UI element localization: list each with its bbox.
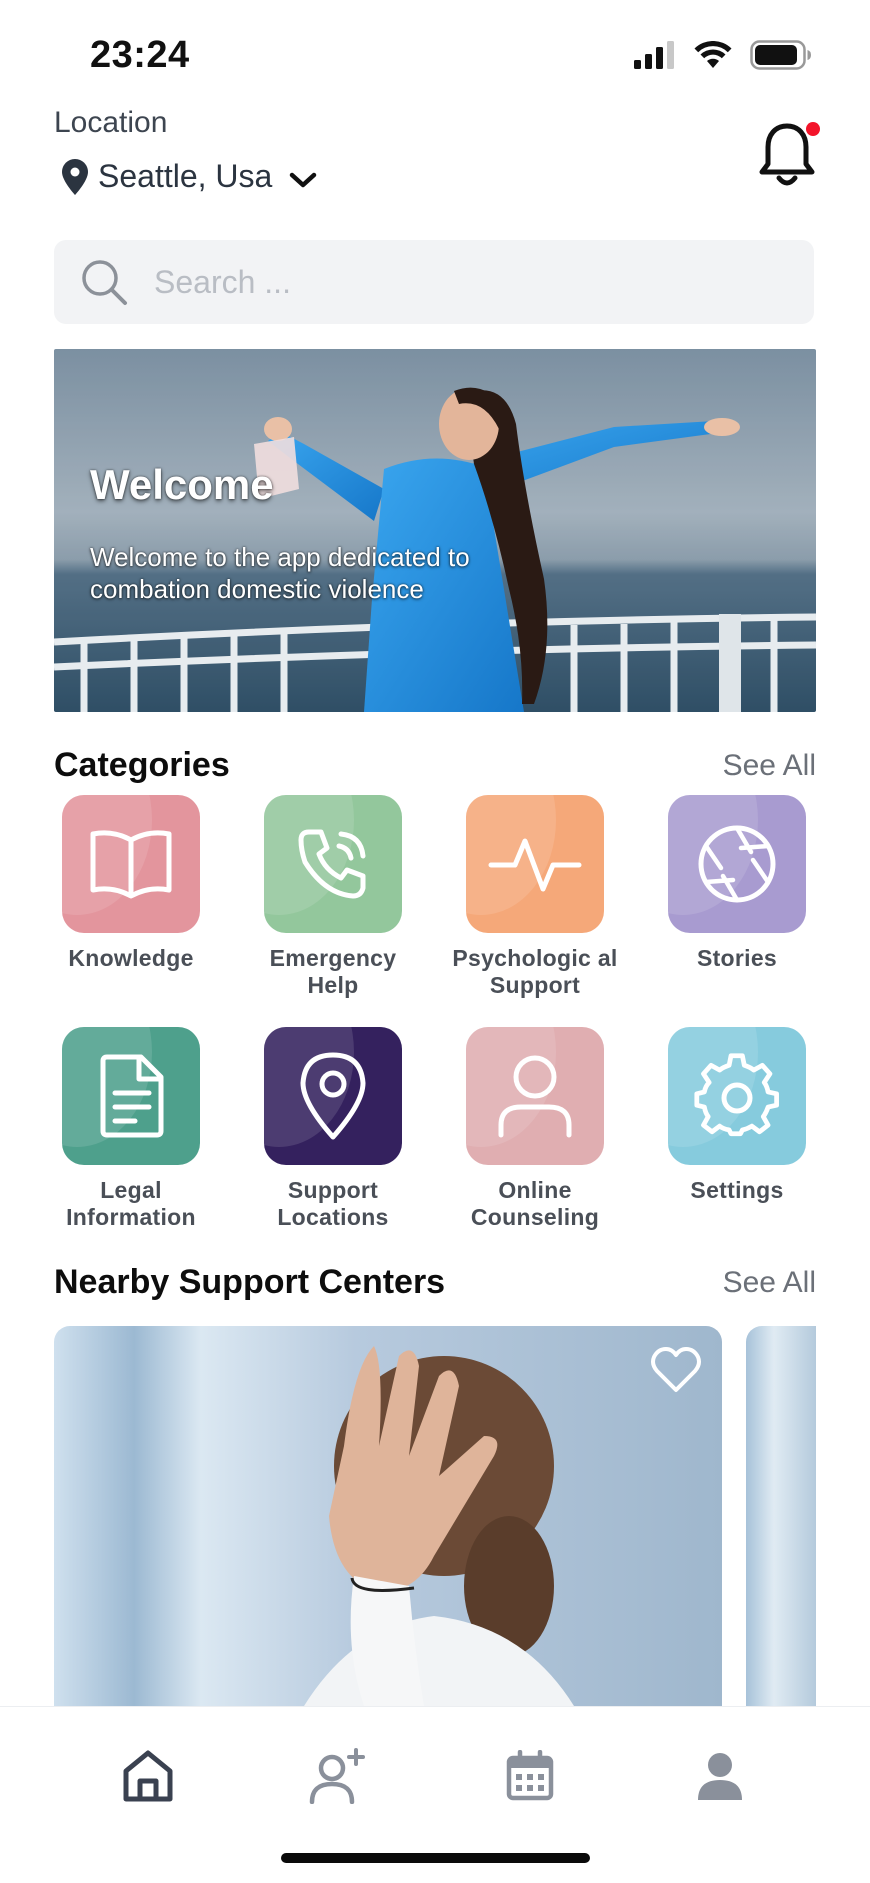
user-icon — [498, 1055, 572, 1138]
profile-icon — [698, 1753, 742, 1800]
category-tile — [62, 795, 200, 933]
category-label: Support Locations — [277, 1177, 389, 1230]
notification-badge — [806, 122, 820, 136]
support-center-card[interactable] — [54, 1326, 722, 1706]
wifi-icon — [694, 41, 732, 68]
status-bar: 23:24 — [0, 0, 870, 110]
status-icons — [634, 40, 812, 70]
welcome-banner[interactable]: Welcome Welcome to the app dedicated to … — [54, 349, 816, 712]
category-online-counseling[interactable]: Online Counseling — [445, 1027, 625, 1231]
document-icon — [100, 1054, 164, 1138]
category-label: Stories — [696, 945, 778, 971]
category-knowledge[interactable]: Knowledge — [41, 795, 221, 972]
map-pin-icon — [62, 158, 88, 195]
category-psychological-support[interactable]: Psychologic al Support — [445, 795, 625, 999]
search-bar[interactable] — [54, 240, 814, 324]
category-settings[interactable]: Settings — [647, 1027, 827, 1204]
map-pin-icon — [300, 1052, 366, 1140]
category-tile — [466, 795, 604, 933]
calendar-icon — [506, 1750, 554, 1801]
category-legal-information[interactable]: Legal Information — [41, 1027, 221, 1231]
aperture-icon — [698, 825, 776, 903]
category-tile — [264, 795, 402, 933]
banner-subtitle: Welcome to the app dedicated to combatio… — [90, 542, 470, 604]
battery-icon — [750, 40, 811, 70]
tab-add-contact[interactable] — [308, 1746, 368, 1806]
user-plus-icon — [309, 1748, 365, 1804]
location-city: Seattle, Usa — [98, 158, 273, 194]
banner-image — [54, 349, 816, 712]
tab-calendar[interactable] — [500, 1746, 560, 1806]
banner-title: Welcome — [90, 461, 274, 508]
category-label: Psychologic al Support — [452, 945, 618, 998]
chevron-down-icon — [290, 172, 317, 187]
pulse-icon — [488, 838, 582, 892]
gear-icon — [694, 1053, 779, 1137]
categories-title: Categories — [54, 746, 230, 784]
status-time: 23:24 — [90, 34, 190, 76]
category-label: Emergency Help — [269, 945, 397, 998]
category-stories[interactable]: Stories — [647, 795, 827, 972]
category-support-locations[interactable]: Support Locations — [243, 1027, 423, 1231]
category-tile — [668, 1027, 806, 1165]
nearby-title: Nearby Support Centers — [54, 1263, 446, 1301]
tab-home[interactable] — [118, 1746, 178, 1806]
support-center-image — [54, 1326, 722, 1706]
category-label: Legal Information — [66, 1177, 196, 1230]
support-center-card-next[interactable] — [746, 1326, 816, 1706]
location-selector[interactable]: Seattle, Usa — [62, 158, 318, 195]
home-indicator — [281, 1853, 590, 1863]
category-label: Settings — [690, 1177, 784, 1203]
category-emergency-help[interactable]: Emergency Help — [243, 795, 423, 999]
category-tile — [62, 1027, 200, 1165]
category-tile — [668, 795, 806, 933]
home-icon — [123, 1750, 173, 1802]
categories-see-all-link[interactable]: See All — [723, 749, 816, 783]
category-tile — [466, 1027, 604, 1165]
category-label: Knowledge — [68, 945, 194, 971]
category-label: Online Counseling — [470, 1177, 600, 1230]
book-open-icon — [90, 830, 172, 899]
location-label: Location — [54, 106, 168, 139]
support-center-image — [746, 1326, 816, 1706]
search-input[interactable] — [154, 263, 754, 301]
nearby-see-all-link[interactable]: See All — [723, 1266, 816, 1300]
tab-profile[interactable] — [690, 1746, 750, 1806]
phone-ringing-icon — [298, 829, 366, 899]
search-icon — [82, 260, 127, 305]
heart-icon[interactable] — [650, 1346, 702, 1394]
category-tile — [264, 1027, 402, 1165]
cellular-signal-icon — [634, 41, 674, 69]
